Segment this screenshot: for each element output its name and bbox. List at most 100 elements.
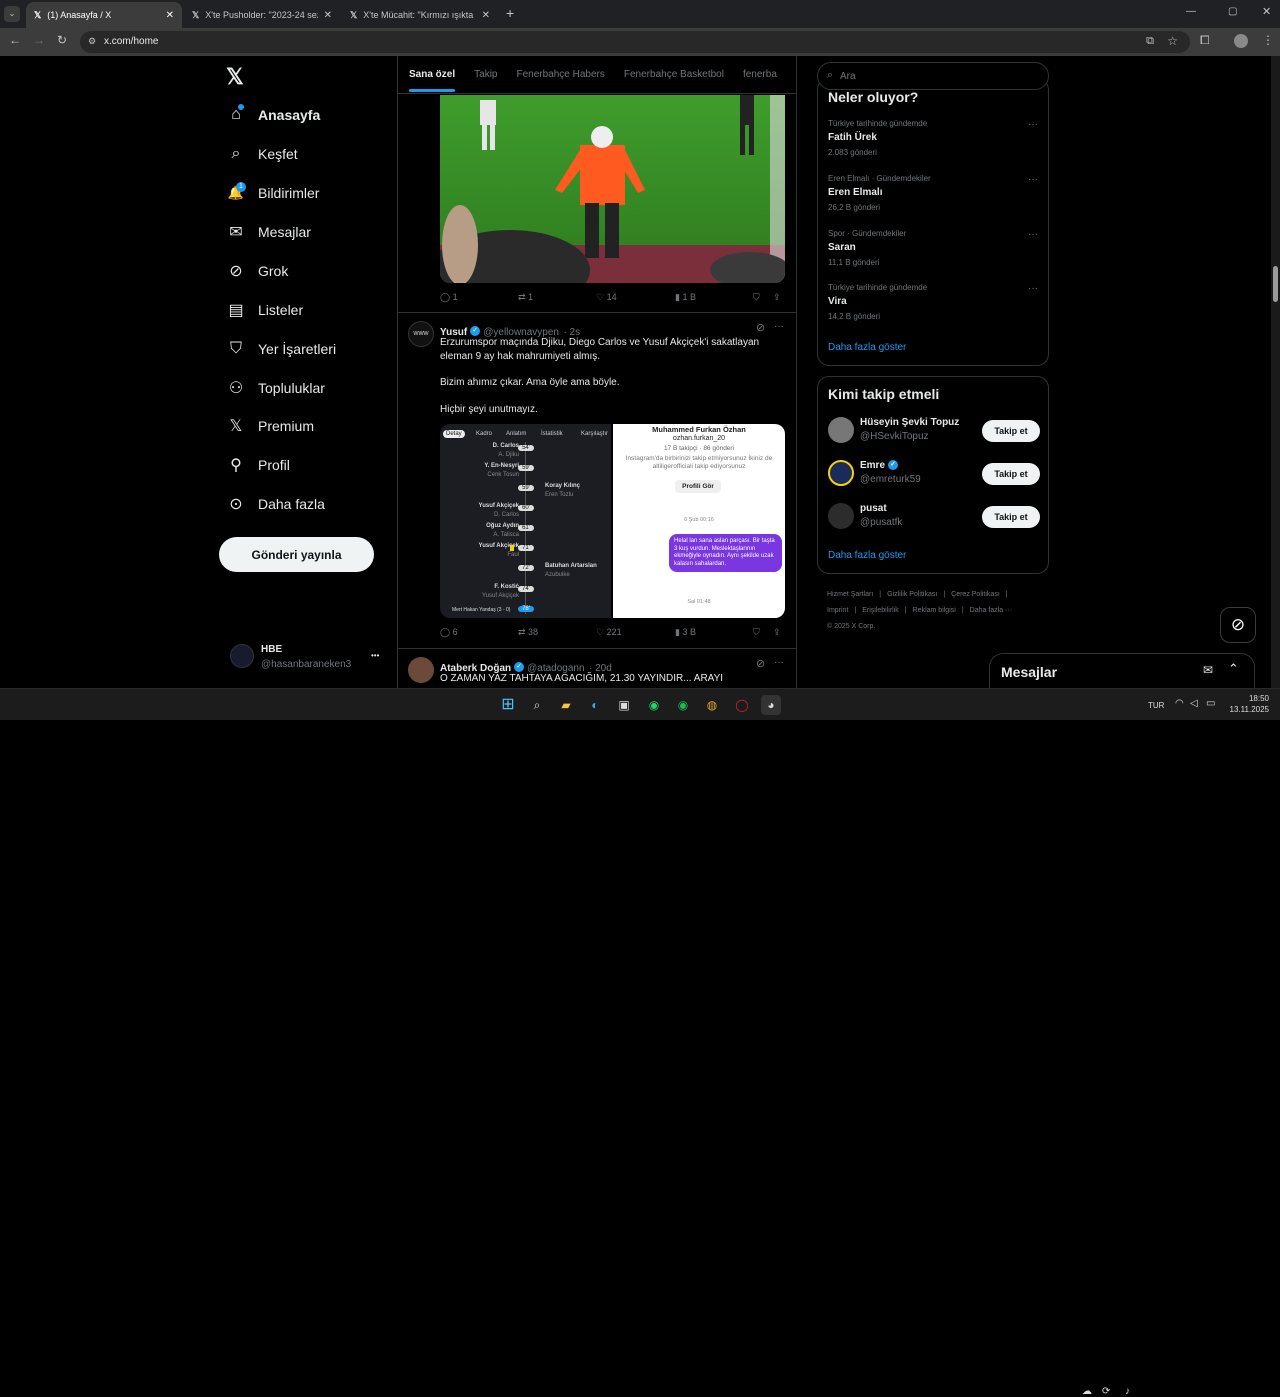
site-info-icon[interactable]: ⚙ (88, 36, 96, 47)
nav-profile[interactable]: ⚲ Profil (226, 450, 290, 480)
trend-more-icon[interactable]: ··· (1028, 283, 1038, 294)
tab-list-chevron-icon[interactable]: ⌄ (4, 6, 20, 22)
follow-button[interactable]: Takip et (982, 506, 1040, 528)
nav-lists[interactable]: ▤ Listeler (226, 295, 303, 325)
whatsapp-icon[interactable]: ◉ (644, 695, 664, 715)
tweet-media-dm[interactable]: Muhammed Furkan Özhan ozhan.furkan_20 17… (613, 424, 785, 618)
clock-time[interactable]: 18:50 (1241, 694, 1269, 703)
back-icon[interactable]: ← (9, 33, 21, 47)
footer-link[interactable]: Gizlilik Politikası (887, 591, 937, 598)
like-button[interactable]: ♡ 14 (596, 292, 617, 303)
cast-icon[interactable]: ⧉ (1146, 35, 1154, 48)
follow-suggestion[interactable]: Hüseyin Şevki Topuz @HSevkiTopuz Takip e… (828, 414, 1040, 448)
wifi-icon[interactable]: ◠ (1175, 698, 1184, 709)
tab-following[interactable]: Takip (474, 69, 497, 80)
tab-for-you[interactable]: Sana özel (409, 69, 456, 92)
nav-grok[interactable]: ⊘ Grok (226, 256, 288, 286)
nav-premium[interactable]: 𝕏 Premium (226, 411, 314, 441)
reply-button[interactable]: ◯ 6 (440, 627, 458, 638)
footer-link[interactable]: Çerez Politikası (951, 591, 1000, 598)
browser-tab-pusholder[interactable]: 𝕏 X'te Pusholder: "2023-24 sezon ✕ (184, 2, 340, 28)
trend-item[interactable]: Eren Elmalı · Gündemdekiler Eren Elmalı … (828, 174, 1038, 212)
share-icon[interactable]: ⇪ (773, 627, 781, 638)
mic-icon[interactable]: ♪ (1125, 1386, 1130, 1397)
tweet-more-icon[interactable]: ··· (774, 321, 784, 332)
footer-link[interactable]: Imprint (827, 607, 848, 614)
who-to-follow-show-more-link[interactable]: Daha fazla göster (828, 550, 906, 561)
trend-item[interactable]: Türkiye tarihinde gündemde Fatih Ürek 2.… (828, 119, 1038, 157)
trend-more-icon[interactable]: ··· (1028, 174, 1038, 185)
nav-bookmarks[interactable]: ⛉ Yer İşaretleri (226, 334, 336, 364)
follow-suggestion[interactable]: pusat @pusatfk Takip et (828, 500, 1040, 534)
follow-suggestion[interactable]: Emre ✓ @emreturk59 Takip et (828, 457, 1040, 491)
onedrive-icon[interactable]: ☁ (1082, 1386, 1092, 1397)
reply-button[interactable]: ◯ 1 (440, 292, 458, 303)
grok-floating-button[interactable]: ⊘ (1220, 607, 1256, 643)
expand-icon[interactable]: ⌃ (1228, 661, 1239, 677)
post-button[interactable]: Gönderi yayınla (219, 537, 374, 572)
retweet-button[interactable]: ⇄ 38 (518, 627, 538, 638)
bookmark-star-icon[interactable]: ☆ (1167, 34, 1178, 48)
tweet-media-lineup[interactable]: Detay Kadro Anlatım İstatistik Karşılaşt… (440, 424, 611, 618)
tweet-avatar[interactable]: www (408, 321, 434, 347)
account-switcher[interactable]: HBE @hasanbaraneken3 ••• (226, 642, 386, 676)
nav-communities[interactable]: ⚇ Topluluklar (226, 373, 325, 403)
grok-action-icon[interactable]: ⊘ (756, 657, 765, 670)
reload-icon[interactable]: ↻ (57, 33, 67, 47)
close-window-icon[interactable]: ✕ (1262, 5, 1271, 18)
windows-start-icon[interactable]: ⊞ (498, 695, 518, 715)
trend-more-icon[interactable]: ··· (1028, 229, 1038, 240)
nav-more[interactable]: ⊙ Daha fazla (226, 489, 325, 519)
extensions-icon[interactable]: ⧠ (1200, 33, 1210, 48)
footer-link[interactable]: Erişilebilirlik (862, 607, 899, 614)
footer-link[interactable]: Reklam bilgisi (913, 607, 956, 614)
sync-icon[interactable]: ⟳ (1102, 1386, 1110, 1397)
retweet-button[interactable]: ⇄ 1 (518, 292, 533, 303)
spotify-icon[interactable]: ◉ (673, 695, 693, 715)
file-explorer-icon[interactable]: ▰ (556, 695, 576, 715)
tweet-more-icon[interactable]: ··· (774, 657, 784, 668)
language-indicator[interactable]: TUR (1148, 701, 1164, 710)
close-tab-icon[interactable]: ✕ (324, 10, 332, 21)
trend-more-icon[interactable]: ··· (1028, 119, 1038, 130)
footer-link[interactable]: Hizmet Şartları (827, 591, 873, 598)
tweet-avatar[interactable] (408, 657, 434, 683)
follow-button[interactable]: Takip et (982, 463, 1040, 485)
profile-avatar-icon[interactable] (1234, 34, 1248, 48)
new-tab-button[interactable]: + (506, 5, 514, 21)
views-button[interactable]: ▮ 3 B (675, 627, 696, 638)
search-input[interactable]: ⌕ Ara (817, 62, 1049, 90)
search-icon[interactable]: ⌕ (527, 695, 547, 715)
battery-icon[interactable]: ▭ (1206, 698, 1215, 709)
minimize-window-icon[interactable]: — (1186, 6, 1196, 17)
nav-explore[interactable]: ⌕ Keşfet (226, 139, 298, 169)
browser-menu-icon[interactable]: ⋮ (1262, 33, 1274, 47)
trend-item[interactable]: Spor · Gündemdekiler Saran 11,1 B gönder… (828, 229, 1038, 267)
tweet-photo[interactable] (440, 95, 785, 283)
footer-link[interactable]: Daha fazla ··· (970, 607, 1012, 614)
bookmark-icon[interactable]: ⛉ (753, 627, 760, 638)
browser-tab-mucahit[interactable]: 𝕏 X'te Mücahit: "Kırmızı ışıkta geç ✕ (342, 2, 498, 28)
views-button[interactable]: ▮ 1 B (675, 292, 696, 303)
close-tab-icon[interactable]: ✕ (482, 10, 490, 21)
tab-fenerbahce-haber[interactable]: Fenerbahçe Habers (517, 69, 605, 80)
active-app-icon[interactable]: ◕ (761, 695, 781, 715)
address-bar[interactable]: ⚙ x.com/home ⧉ ☆ (80, 31, 1190, 53)
like-button[interactable]: ♡ 221 (596, 627, 622, 638)
trend-item[interactable]: Türkiye tarihinde gündemde Vira 14,2 B g… (828, 283, 1038, 321)
trends-show-more-link[interactable]: Daha fazla göster (828, 342, 906, 353)
grok-action-icon[interactable]: ⊘ (756, 321, 765, 334)
volume-icon[interactable]: ◁ (1190, 698, 1198, 709)
edge-icon[interactable]: ◐ (585, 695, 605, 715)
page-scrollbar[interactable] (1271, 56, 1280, 688)
nav-messages[interactable]: ✉ Mesajlar (226, 217, 311, 247)
share-icon[interactable]: ⇪ (773, 292, 781, 303)
scrollbar-thumb[interactable] (1273, 266, 1278, 302)
x-logo-icon[interactable]: 𝕏 (226, 64, 244, 90)
follow-button[interactable]: Takip et (982, 420, 1040, 442)
clock-date[interactable]: 13.11.2025 (1224, 705, 1269, 714)
opera-icon[interactable]: ◯ (732, 695, 752, 715)
maximize-window-icon[interactable]: ▢ (1228, 6, 1237, 17)
tab-fenerbahce-basketbol[interactable]: Fenerbahçe Basketbol (624, 69, 724, 80)
browser-tab-home[interactable]: 𝕏 (1) Anasayfa / X ✕ (26, 2, 182, 28)
